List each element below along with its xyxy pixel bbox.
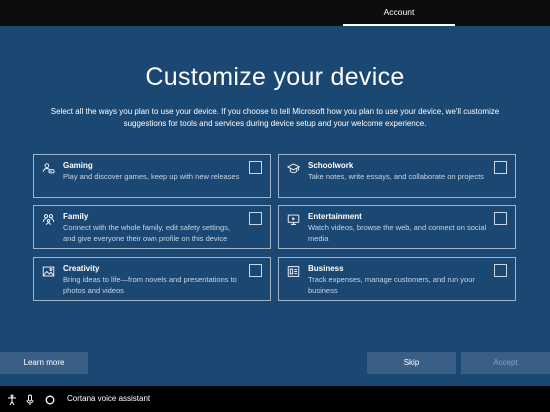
tv-icon [286, 212, 300, 226]
entertainment-checkbox[interactable] [494, 212, 507, 225]
card-schoolwork[interactable]: Schoolwork Take notes, write essays, and… [278, 154, 516, 198]
skip-button[interactable]: Skip [367, 352, 456, 374]
card-creativity-desc: Bring ideas to life—from novels and pres… [63, 275, 237, 295]
business-checkbox[interactable] [494, 264, 507, 277]
gamepad-icon [41, 161, 55, 175]
cortana-icon[interactable] [44, 393, 56, 405]
picture-icon [41, 264, 55, 278]
family-checkbox[interactable] [249, 212, 262, 225]
cortana-label: Cortana voice assistant [67, 394, 151, 403]
graduation-cap-icon [286, 161, 300, 175]
page-subtitle: Select all the ways you plan to use your… [50, 107, 500, 128]
card-family[interactable]: Family Connect with the whole family, ed… [33, 205, 271, 249]
tab-account[interactable]: Account [343, 0, 455, 26]
card-family-title: Family [63, 212, 89, 221]
schoolwork-checkbox[interactable] [494, 161, 507, 174]
card-business-title: Business [308, 264, 344, 273]
card-family-desc: Connect with the whole family, edit safe… [63, 223, 231, 243]
page-title: Customize your device [145, 63, 405, 91]
accept-button[interactable]: Accept [461, 352, 550, 374]
card-schoolwork-desc: Take notes, write essays, and collaborat… [308, 172, 484, 181]
family-icon [41, 212, 55, 226]
card-creativity[interactable]: Creativity Bring ideas to life—from nove… [33, 257, 271, 301]
gaming-checkbox[interactable] [249, 161, 262, 174]
taskbar: Cortana voice assistant [0, 386, 550, 412]
briefcase-icon [286, 264, 300, 278]
card-gaming[interactable]: Gaming Play and discover games, keep up … [33, 154, 271, 198]
card-entertainment-title: Entertainment [308, 212, 362, 221]
learn-more-button[interactable]: Learn more [0, 352, 88, 374]
card-business-desc: Track expenses, manage customers, and ru… [308, 275, 475, 295]
card-entertainment[interactable]: Entertainment Watch videos, browse the w… [278, 205, 516, 249]
top-bar: Account [0, 0, 550, 26]
creativity-checkbox[interactable] [249, 264, 262, 277]
card-entertainment-desc: Watch videos, browse the web, and connec… [308, 223, 487, 243]
card-gaming-title: Gaming [63, 161, 93, 170]
card-gaming-desc: Play and discover games, keep up with ne… [63, 172, 240, 181]
card-creativity-title: Creativity [63, 264, 100, 273]
card-business[interactable]: Business Track expenses, manage customer… [278, 257, 516, 301]
microphone-icon[interactable] [24, 393, 36, 405]
accessibility-icon[interactable] [6, 393, 18, 406]
card-schoolwork-title: Schoolwork [308, 161, 354, 170]
